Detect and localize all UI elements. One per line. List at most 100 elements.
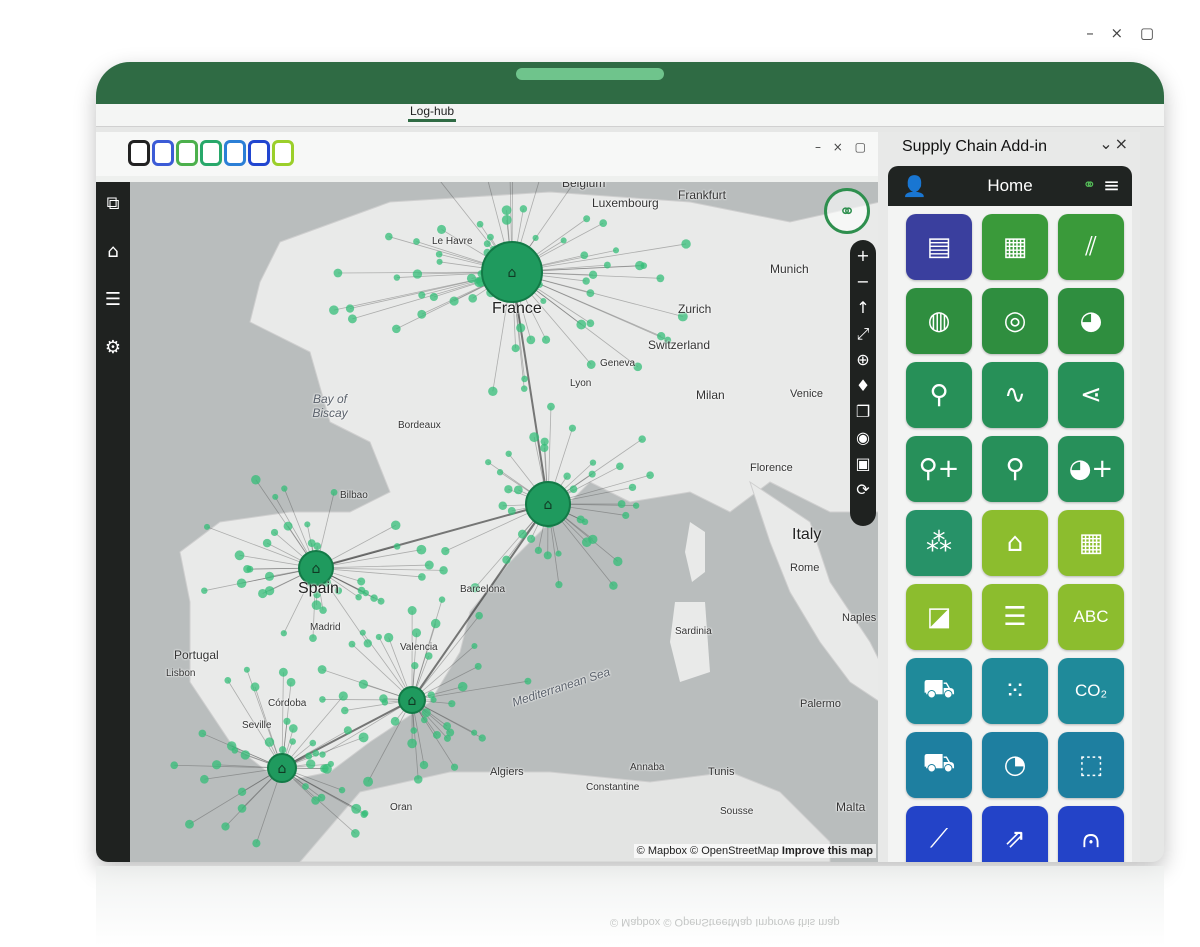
co2-tile[interactable]: CO₂ [1058,658,1124,724]
route-tile[interactable]: ∿ [982,362,1048,428]
customer-point [443,734,451,742]
customer-point [527,534,536,543]
swatch-5[interactable] [224,140,246,166]
dashboard-tile[interactable]: ▤ [906,214,972,280]
customer-point [384,632,394,643]
customer-point [243,564,252,574]
truck-tile[interactable]: ⛟ [906,732,972,798]
customer-point [541,335,551,344]
globe-tile[interactable]: ◍ [906,288,972,354]
customer-point [526,335,536,345]
globe-icon[interactable]: ⊕ [852,348,874,372]
customer-point [212,760,222,770]
customer-point [488,386,498,396]
customer-point [288,724,298,733]
customer-point [436,258,443,265]
camera-icon[interactable]: ◉ [852,426,874,450]
customer-point [393,274,401,281]
attribution-mapbox[interactable]: © Mapbox [637,845,687,857]
add-globe-tile[interactable]: ◕+ [1058,436,1124,502]
label-tunis: Tunis [708,766,735,778]
customer-point [203,523,211,530]
customer-point [420,716,428,724]
label-bilbao: Bilbao [340,490,368,501]
map-view[interactable]: ⌂ ⌂ ⌂ ⌂ ⌂ Belgium Luxembourg Frankfurt Le Ha… [130,182,880,862]
label-geneva: Geneva [600,358,636,369]
customer-point [412,269,423,279]
hamburger-menu-icon[interactable]: ≡ [1103,173,1120,197]
tab-log-hub[interactable]: Log-hub [408,104,457,122]
map-canvas[interactable]: ⌂ ⌂ ⌂ ⌂ ⌂ [130,182,880,862]
gauge-tile[interactable]: ◔ [982,732,1048,798]
customer-point [410,727,418,734]
truck-load-tile[interactable]: ⛟ [906,658,972,724]
customer-point [347,314,357,324]
location-tile[interactable]: ⚲ [906,362,972,428]
customer-point [496,469,504,476]
zoom-out-icon[interactable]: − [852,270,874,294]
save-icon[interactable]: ▣ [852,452,874,476]
fullscreen-icon[interactable]: ⤢ [852,322,874,346]
improve-map-link[interactable]: Improve this map [782,845,873,857]
box-tile[interactable]: ⬚ [1058,732,1124,798]
panel-controls[interactable]: ⌄× [1099,134,1130,153]
label-bordeaux: Bordeaux [398,420,441,431]
customer-point [417,309,427,319]
customer-point [311,600,322,611]
refresh-icon[interactable]: ⟳ [852,478,874,502]
customer-point [622,511,630,520]
pin-location-tile[interactable]: ⚲ [982,436,1048,502]
menu-icon[interactable]: ☰ [101,288,125,312]
scatter-tile[interactable]: ⁙ [982,658,1048,724]
customer-point [413,238,420,245]
grid-tile[interactable]: ▦ [1058,510,1124,576]
target-tile[interactable]: ◎ [982,288,1048,354]
layers-icon[interactable]: ❐ [852,400,874,424]
network-globe-tile[interactable]: ◕ [1058,288,1124,354]
customer-point [283,717,291,725]
panel-title: Supply Chain Add-in [902,138,1047,155]
swatch-6[interactable] [248,140,270,166]
pin-icon[interactable]: ♦ [852,374,874,398]
swatch-3[interactable] [176,140,198,166]
share-tile[interactable]: ⋖ [1058,362,1124,428]
road-tile[interactable]: ⫽ [1058,214,1124,280]
add-location-tile[interactable]: ⚲+ [906,436,972,502]
home-icon[interactable]: ⌂ [101,240,125,264]
network-tile[interactable]: ⁂ [906,510,972,576]
customer-point [448,700,456,708]
customer-point [360,810,368,818]
title-handle[interactable] [516,68,664,80]
north-arrow-icon[interactable]: ↑ [852,296,874,320]
distribution-tile[interactable]: ⩀ [1058,806,1124,862]
customer-point [438,596,446,603]
swatch-2[interactable] [152,140,174,166]
map-window-controls[interactable]: – × ▢ [815,140,870,154]
zoom-in-icon[interactable]: + [852,244,874,268]
swatch-1[interactable] [128,140,150,166]
customer-point [424,560,434,570]
line-chart-tile[interactable]: ⟋ [906,806,972,862]
windows-icon[interactable]: ⧉ [101,192,125,216]
growth-chart-tile[interactable]: ⇗ [982,806,1048,862]
link-icon[interactable]: ⚭ [824,188,870,234]
customer-point [201,587,208,594]
customer-point [231,747,239,754]
customer-point [613,556,623,567]
chain-link-icon[interactable]: ⚭ [1083,175,1096,194]
list-tile[interactable]: ☰ [982,584,1048,650]
color-swatches[interactable] [128,140,294,166]
window-controls[interactable]: – × ▢ [1086,24,1160,42]
map-tile[interactable]: ▦ [982,214,1048,280]
abc-tile[interactable]: ABC [1058,584,1124,650]
warehouse-tile[interactable]: ⌂ [982,510,1048,576]
label-bay-of-biscay: Bay of Biscay [312,392,348,420]
attribution-osm[interactable]: © OpenStreetMap [690,845,779,857]
gear-icon[interactable]: ⚙ [101,336,125,360]
customer-point [681,239,691,249]
customer-point [343,726,352,735]
area-chart-tile[interactable]: ◪ [906,584,972,650]
customer-point [430,618,441,629]
swatch-4[interactable] [200,140,222,166]
swatch-7[interactable] [272,140,294,166]
